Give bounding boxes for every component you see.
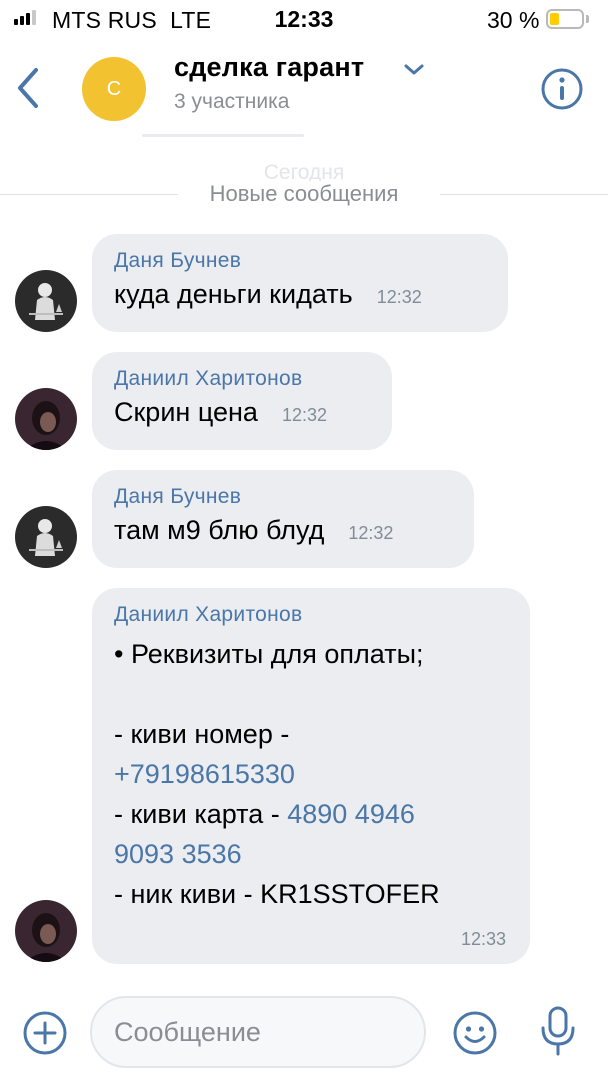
faded-bubble-edge: [142, 134, 304, 137]
status-bar: MTS RUS LTE 12:33 30 %: [0, 0, 608, 40]
message-sender[interactable]: Даня Бучнев: [114, 484, 452, 510]
message-time: 12:32: [376, 287, 422, 307]
message-input-wrapper[interactable]: [90, 996, 426, 1068]
message-text: там м9 блю блуд 12:32: [114, 515, 394, 545]
message-bubble[interactable]: Даня Бучнев там м9 блю блуд 12:32: [92, 470, 474, 568]
chevron-down-icon[interactable]: [402, 60, 426, 78]
battery-icon: [546, 9, 584, 29]
message-bubble[interactable]: Даниил Харитонов • Реквизиты для оплаты;…: [92, 588, 530, 964]
message-text: Скрин цена 12:32: [114, 397, 327, 427]
card-number-link[interactable]: 4890 4946: [287, 799, 415, 829]
new-messages-separator: Новые сообщения: [0, 180, 608, 210]
battery-percent: 30 %: [487, 7, 540, 33]
message-input[interactable]: [92, 998, 424, 1066]
chat-title[interactable]: сделка гарант: [174, 52, 364, 83]
message-bubble[interactable]: Даниил Харитонов Скрин цена 12:32: [92, 352, 392, 450]
battery-tip: [586, 15, 589, 23]
new-messages-label: Новые сообщения: [195, 181, 413, 206]
avatar[interactable]: [15, 388, 77, 450]
phone-link[interactable]: +79198615330: [114, 759, 295, 789]
avatar[interactable]: [15, 270, 77, 332]
microphone-icon[interactable]: [536, 1004, 580, 1058]
members-count[interactable]: 3 участника: [174, 90, 289, 114]
qiwi-number-label: - киви номер -: [114, 719, 290, 749]
message-text: куда деньги кидать 12:32: [114, 279, 422, 309]
message-time: 12:32: [348, 523, 394, 543]
plus-icon[interactable]: [22, 1010, 68, 1056]
smile-icon[interactable]: [452, 1010, 498, 1056]
message-time: 12:33: [460, 929, 506, 949]
message-sender[interactable]: Даниил Харитонов: [114, 366, 370, 392]
avatar[interactable]: [15, 900, 77, 962]
payment-heading: • Реквизиты для оплаты;: [114, 639, 424, 669]
avatar[interactable]: [15, 506, 77, 568]
qiwi-nick: - ник киви - KR1SSTOFER: [114, 879, 440, 909]
chat-avatar[interactable]: С: [82, 57, 146, 121]
info-icon[interactable]: [540, 67, 584, 111]
message-sender[interactable]: Даня Бучнев: [114, 248, 486, 274]
message-bubble[interactable]: Даня Бучнев куда деньги кидать 12:32: [92, 234, 508, 332]
qiwi-card-label: - киви карта -: [114, 799, 288, 829]
card-number-link[interactable]: 9093 3536: [114, 839, 242, 869]
back-arrow-icon[interactable]: [14, 66, 46, 110]
message-time: 12:32: [281, 405, 327, 425]
message-text: • Реквизиты для оплаты; - киви номер - +…: [114, 634, 508, 914]
message-sender[interactable]: Даниил Харитонов: [114, 602, 508, 628]
